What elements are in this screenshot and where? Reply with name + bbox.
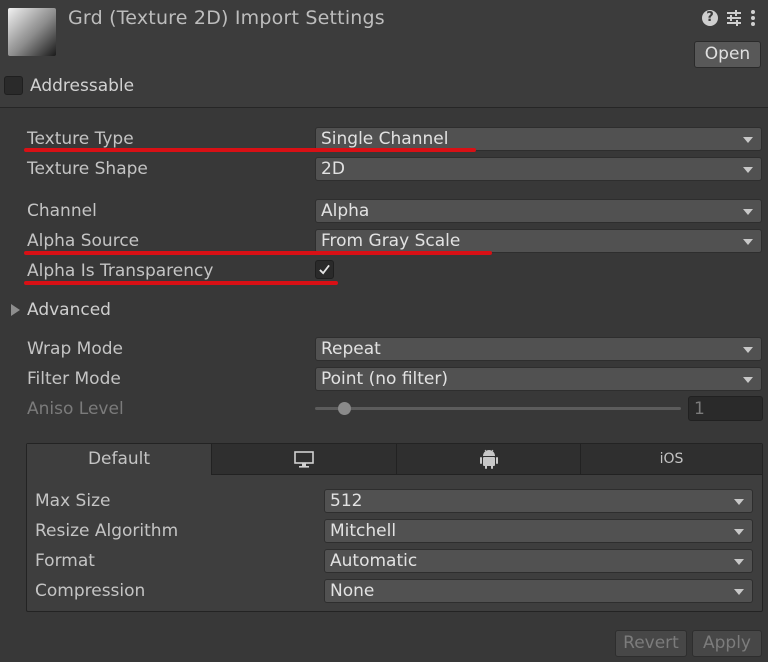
channel-label: Channel xyxy=(27,201,97,221)
resize-algorithm-dropdown[interactable]: Mitchell xyxy=(324,519,753,543)
alpha-source-dropdown[interactable]: From Gray Scale xyxy=(315,229,762,253)
chevron-down-icon xyxy=(743,377,753,383)
resize-algorithm-value: Mitchell xyxy=(330,521,397,541)
chevron-down-icon xyxy=(743,239,753,245)
tab-ios[interactable]: iOS xyxy=(580,444,762,475)
format-value: Automatic xyxy=(330,551,418,571)
tab-standalone[interactable] xyxy=(211,444,396,475)
compression-dropdown[interactable]: None xyxy=(324,579,753,603)
highlight-underline xyxy=(24,281,338,285)
texture-preview-thumbnail xyxy=(8,8,56,56)
highlight-underline xyxy=(24,148,476,152)
compression-value: None xyxy=(330,581,375,601)
revert-button[interactable]: Revert xyxy=(615,630,687,657)
alpha-is-transparency-label: Alpha Is Transparency xyxy=(27,261,214,281)
alpha-is-transparency-checkbox[interactable] xyxy=(315,260,334,279)
tab-android[interactable] xyxy=(396,444,580,475)
help-icon[interactable]: ? xyxy=(700,8,720,28)
chevron-down-icon xyxy=(743,137,753,143)
max-size-label: Max Size xyxy=(35,491,111,511)
apply-button[interactable]: Apply xyxy=(692,630,762,657)
texture-shape-dropdown[interactable]: 2D xyxy=(315,157,762,181)
addressable-checkbox[interactable] xyxy=(4,76,23,95)
wrap-mode-value: Repeat xyxy=(321,339,381,359)
texture-shape-label: Texture Shape xyxy=(27,159,148,179)
aniso-level-value: 1 xyxy=(694,399,705,419)
wrap-mode-label: Wrap Mode xyxy=(27,339,123,359)
header-divider xyxy=(0,107,768,108)
max-size-value: 512 xyxy=(330,491,363,511)
addressable-label: Addressable xyxy=(30,76,135,96)
tab-default[interactable]: Default xyxy=(27,444,211,475)
android-icon xyxy=(479,449,498,469)
aniso-level-label: Aniso Level xyxy=(27,399,124,419)
filter-mode-value: Point (no filter) xyxy=(321,369,449,389)
max-size-dropdown[interactable]: 512 xyxy=(324,489,753,513)
aniso-level-field: 1 xyxy=(688,396,763,421)
texture-type-label: Texture Type xyxy=(27,129,134,149)
compression-label: Compression xyxy=(35,581,146,601)
highlight-underline xyxy=(24,251,492,255)
chevron-down-icon xyxy=(743,167,753,173)
wrap-mode-dropdown[interactable]: Repeat xyxy=(315,337,762,361)
aniso-level-slider-track xyxy=(315,407,681,410)
chevron-down-icon xyxy=(734,589,744,595)
format-dropdown[interactable]: Automatic xyxy=(324,549,753,573)
monitor-icon xyxy=(294,451,314,468)
filter-mode-dropdown[interactable]: Point (no filter) xyxy=(315,367,762,391)
format-label: Format xyxy=(35,551,95,571)
channel-dropdown[interactable]: Alpha xyxy=(315,199,762,223)
inspector-title: Grd (Texture 2D) Import Settings xyxy=(68,7,385,29)
kebab-menu-icon[interactable] xyxy=(746,8,760,28)
texture-shape-value: 2D xyxy=(321,159,345,179)
filter-mode-label: Filter Mode xyxy=(27,369,121,389)
chevron-down-icon xyxy=(743,209,753,215)
open-button[interactable]: Open xyxy=(694,41,761,68)
foldout-arrow-icon[interactable] xyxy=(11,304,20,316)
preset-sliders-icon[interactable] xyxy=(724,8,744,28)
texture-type-value: Single Channel xyxy=(321,129,449,149)
chevron-down-icon xyxy=(734,559,744,565)
alpha-source-value: From Gray Scale xyxy=(321,231,461,251)
alpha-source-label: Alpha Source xyxy=(27,231,140,251)
checkmark-icon xyxy=(319,264,330,275)
aniso-level-slider-thumb xyxy=(338,402,351,415)
resize-algorithm-label: Resize Algorithm xyxy=(35,521,179,541)
channel-value: Alpha xyxy=(321,201,370,221)
advanced-foldout-label[interactable]: Advanced xyxy=(27,300,111,320)
chevron-down-icon xyxy=(734,499,744,505)
chevron-down-icon xyxy=(743,347,753,353)
chevron-down-icon xyxy=(734,529,744,535)
